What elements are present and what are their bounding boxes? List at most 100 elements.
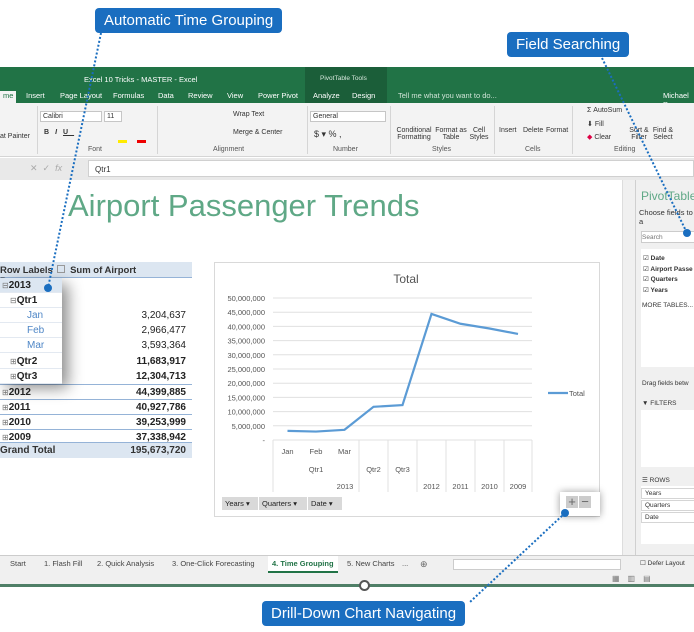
- handle-icon: [359, 580, 370, 591]
- callout-drilldown: Drill-Down Chart Navigating: [262, 601, 466, 626]
- pivot-row[interactable]: ⊟2013: [0, 278, 192, 293]
- checkbox-checked-icon[interactable]: ☑: [643, 276, 649, 283]
- filter-label: Date: [311, 499, 327, 508]
- row-value: 2,966,477: [141, 325, 187, 337]
- collapse-field-button[interactable]: −: [579, 495, 591, 508]
- rows-field-item[interactable]: Years: [641, 488, 694, 499]
- chart-filter-date[interactable]: Date ▾: [308, 497, 342, 510]
- sheet-tab[interactable]: ...: [402, 559, 408, 568]
- field-search-input[interactable]: [641, 231, 694, 243]
- field-item[interactable]: ☑ Years: [643, 286, 668, 294]
- row-label[interactable]: ⊞2011: [2, 402, 30, 413]
- y-tick-label: 35,000,000: [227, 337, 265, 346]
- defer-label: Defer Layout: [647, 560, 685, 567]
- row-label-text: Qtr2: [16, 355, 38, 367]
- row-label[interactable]: Jan: [27, 310, 43, 321]
- sheet-tab[interactable]: 2. Quick Analysis: [97, 559, 154, 568]
- more-tables-link[interactable]: MORE TABLES...: [642, 302, 693, 309]
- pivottable-fields-pane: PivotTable Choose fields to a ☑ Date☑ Ai…: [635, 180, 694, 555]
- row-label-text: 2010: [8, 416, 31, 428]
- checkbox-checked-icon[interactable]: ☑: [643, 266, 649, 273]
- pivot-row[interactable]: ⊟Qtr1: [0, 293, 192, 309]
- chart-filter-quarters[interactable]: Quarters ▾: [259, 497, 307, 510]
- pivot-row[interactable]: ⊞Qtr2 11,683,917: [0, 353, 192, 369]
- add-sheet-icon[interactable]: ⊕: [420, 559, 428, 570]
- x-category-label: Qtr2: [366, 465, 381, 474]
- expand-collapse-icon[interactable]: ⊞: [2, 388, 9, 397]
- expand-collapse-icon[interactable]: ⊞: [2, 403, 9, 412]
- drilldown-buttons: + −: [560, 492, 600, 516]
- row-label-text: Jan: [27, 310, 44, 322]
- expand-collapse-icon[interactable]: ⊟: [10, 296, 17, 305]
- row-label[interactable]: ⊞Qtr3: [10, 371, 37, 382]
- sheet-tab[interactable]: Start: [10, 559, 26, 568]
- status-bar: ▦▥▤: [0, 573, 694, 587]
- row-label-text: 2009: [8, 432, 31, 443]
- row-label[interactable]: Mar: [27, 340, 44, 351]
- rows-field-item[interactable]: Date: [641, 512, 694, 523]
- checkbox-checked-icon[interactable]: ☑: [643, 255, 649, 262]
- expand-collapse-icon[interactable]: ⊞: [2, 433, 9, 442]
- pane-instructions: Choose fields to a: [639, 208, 693, 226]
- field-name: Years: [650, 287, 668, 295]
- x-quarter-label: Qtr1: [309, 465, 324, 474]
- expand-collapse-icon[interactable]: ⊞: [2, 418, 9, 427]
- pivot-row[interactable]: Jan 3,204,637: [0, 308, 192, 324]
- y-tick-label: 25,000,000: [227, 365, 265, 374]
- field-item[interactable]: ☑ Airport Passe: [643, 265, 693, 273]
- row-label[interactable]: Feb: [27, 325, 44, 336]
- row-label-text: Feb: [27, 325, 45, 337]
- field-name: Airport Passe: [650, 265, 693, 273]
- pivot-row[interactable]: Feb 2,966,477: [0, 323, 192, 339]
- row-label-text: 2012: [8, 386, 31, 398]
- expand-field-button[interactable]: +: [566, 495, 578, 508]
- x-category-label: Mar: [338, 447, 351, 456]
- x-category-label: 2009: [510, 482, 527, 491]
- x-category-label: Feb: [310, 447, 323, 456]
- y-tick-label: 20,000,000: [227, 379, 265, 388]
- y-tick-label: 45,000,000: [227, 308, 265, 317]
- row-label[interactable]: ⊟2013: [2, 280, 31, 291]
- field-name: Quarters: [650, 276, 678, 284]
- sheet-tab[interactable]: 3. One-Click Forecasting: [172, 559, 255, 568]
- field-item[interactable]: ☑ Date: [643, 254, 665, 262]
- callout-time-grouping: Automatic Time Grouping: [95, 8, 283, 33]
- chart-filter-years[interactable]: Years ▾: [222, 497, 258, 510]
- sheet-tab[interactable]: 1. Flash Fill: [44, 559, 82, 568]
- expand-collapse-icon[interactable]: ⊞: [10, 372, 17, 381]
- defer-layout-checkbox[interactable]: ☐ Defer Layout: [640, 559, 685, 567]
- sheet-tab[interactable]: 4. Time Grouping: [268, 556, 338, 573]
- pivot-row[interactable]: Mar 3,593,364: [0, 338, 192, 354]
- field-item[interactable]: ☑ Quarters: [643, 275, 678, 283]
- series-line-total: [287, 312, 519, 433]
- row-value: 11,683,917: [136, 355, 187, 367]
- filters-area[interactable]: [641, 410, 694, 467]
- field-name: Date: [650, 255, 665, 262]
- row-label-text: Mar: [27, 340, 45, 352]
- row-label[interactable]: ⊟Qtr1: [10, 295, 37, 306]
- y-tick-label: 30,000,000: [227, 351, 265, 360]
- expand-collapse-icon[interactable]: ⊟: [2, 281, 9, 290]
- expand-collapse-icon[interactable]: ⊞: [10, 357, 17, 366]
- rows-field-item[interactable]: Quarters: [641, 500, 694, 511]
- pane-title: PivotTable: [641, 189, 694, 203]
- row-label[interactable]: ⊞Qtr2: [10, 356, 37, 367]
- row-value: 3,593,364: [141, 340, 187, 352]
- checkbox-checked-icon[interactable]: ☑: [643, 287, 649, 294]
- row-value: 3,204,637: [141, 310, 187, 322]
- x-category-label: Qtr3: [395, 465, 410, 474]
- sheet-tab[interactable]: 5. New Charts: [347, 559, 395, 568]
- y-tick-label: 10,000,000: [227, 408, 265, 417]
- filter-label: Quarters: [262, 499, 292, 508]
- row-label[interactable]: ⊞2012: [2, 387, 31, 398]
- row-label[interactable]: ⊞2010: [2, 417, 31, 428]
- legend-label: Total: [569, 389, 585, 398]
- row-label[interactable]: ⊞2009: [2, 432, 31, 443]
- horizontal-scrollbar[interactable]: [453, 559, 621, 570]
- y-tick-label: 5,000,000: [232, 422, 265, 431]
- y-tick-label: 50,000,000: [227, 294, 265, 303]
- y-tick-label: 40,000,000: [227, 322, 265, 331]
- view-buttons[interactable]: ▦▥▤: [612, 574, 659, 583]
- filters-area-label: ▼ FILTERS: [642, 400, 677, 407]
- pivot-row[interactable]: ⊞Qtr3 12,304,713: [0, 368, 192, 384]
